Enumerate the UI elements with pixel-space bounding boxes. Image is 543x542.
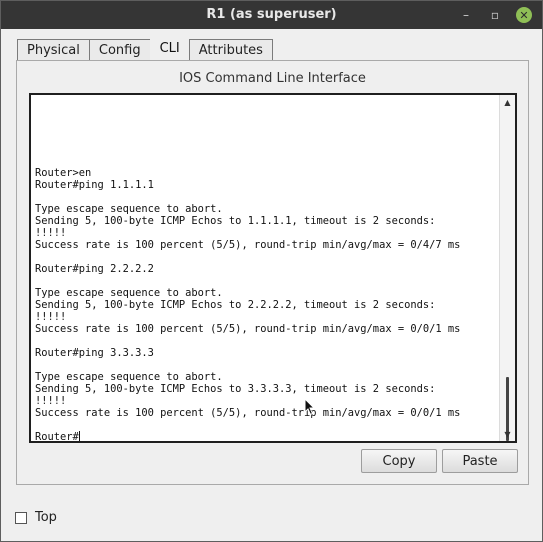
vertical-scrollbar[interactable]: ▲ ▼ [499, 95, 515, 441]
scroll-down-icon[interactable]: ▼ [500, 427, 515, 441]
top-checkbox[interactable] [15, 511, 27, 524]
maximize-icon: ▫ [490, 8, 500, 22]
cli-prompt: Router# [35, 431, 79, 443]
tab-attributes[interactable]: Attributes [188, 39, 273, 61]
cli-output: Router>en Router#ping 1.1.1.1 Type escap… [35, 167, 461, 419]
copy-button[interactable]: Copy [361, 449, 437, 473]
router-cli-window: R1 (as superuser) – ▫ ✕ Physical Config … [0, 0, 543, 542]
tab-physical[interactable]: Physical [17, 39, 90, 61]
cli-output-area[interactable]: Router>en Router#ping 1.1.1.1 Type escap… [35, 167, 461, 443]
cli-terminal[interactable]: Router>en Router#ping 1.1.1.1 Type escap… [29, 93, 517, 443]
paste-button[interactable]: Paste [442, 449, 518, 473]
tab-bar: Physical Config CLI Attributes [17, 36, 273, 61]
close-button[interactable]: ✕ [514, 5, 534, 25]
minimize-button[interactable]: – [456, 5, 476, 25]
close-icon: ✕ [516, 7, 532, 23]
maximize-button[interactable]: ▫ [485, 5, 505, 25]
scrollbar-track[interactable] [502, 109, 513, 441]
mouse-pointer-icon [304, 398, 316, 416]
tab-config[interactable]: Config [88, 39, 151, 61]
text-cursor [78, 431, 80, 441]
cli-panel: IOS Command Line Interface Router>en Rou… [16, 60, 529, 485]
top-label: Top [35, 510, 57, 525]
scroll-up-icon[interactable]: ▲ [500, 95, 515, 109]
panel-title: IOS Command Line Interface [179, 71, 366, 86]
tab-cli[interactable]: CLI [149, 36, 190, 60]
title-bar[interactable]: R1 (as superuser) – ▫ ✕ [1, 1, 542, 29]
top-option: Top [15, 510, 57, 525]
minimize-icon: – [463, 8, 469, 22]
